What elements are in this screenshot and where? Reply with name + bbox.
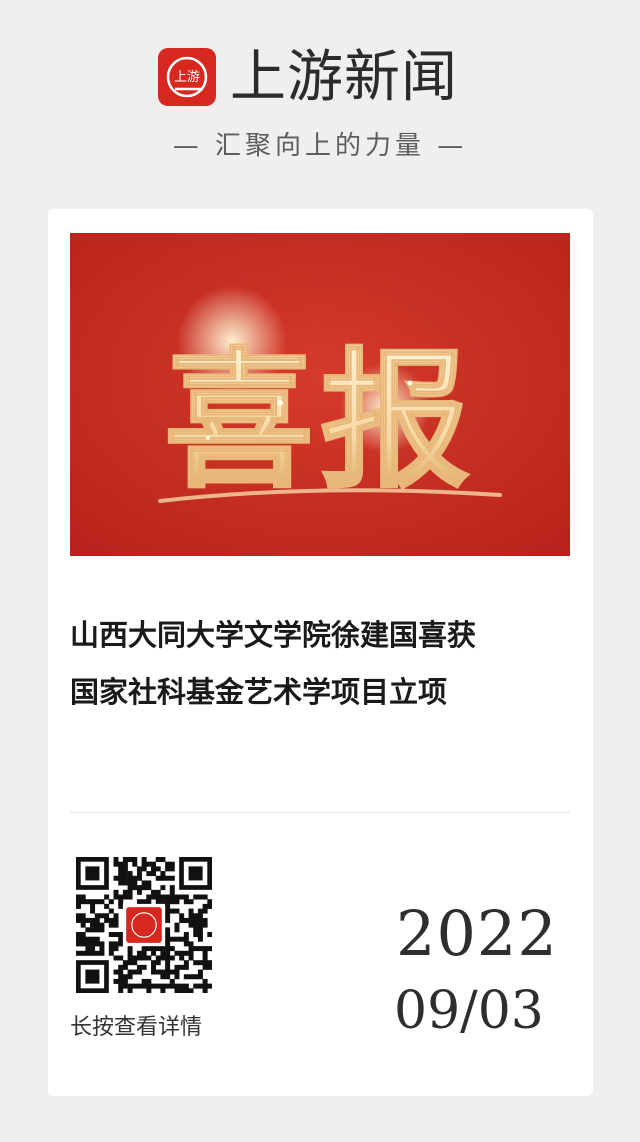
news-share-card[interactable]: 喜报 山西大同大学文学院徐建国喜获 国家社科基金艺术学项目立项 长按查看详情 2…	[48, 209, 593, 1096]
headline-line: 国家社科基金艺术学项目立项	[70, 675, 448, 709]
divider	[70, 812, 570, 813]
qr-code-icon[interactable]	[76, 857, 212, 993]
celebration-banner-image: 喜报	[70, 233, 570, 556]
brand-name: 上游新闻	[230, 45, 458, 110]
sparkle	[206, 436, 210, 440]
banner-title: 喜报	[164, 333, 476, 509]
date-year: 2022	[396, 897, 558, 970]
brand-slogan: — 汇聚向上的力量 —	[172, 131, 468, 161]
brand-header: 上游 上游新闻	[0, 38, 640, 118]
date-month-day: 09/03	[394, 981, 544, 1041]
headline-line: 山西大同大学文学院徐建国喜获	[70, 618, 477, 652]
qr-caption: 长按查看详情	[70, 1015, 203, 1040]
news-headline[interactable]: 山西大同大学文学院徐建国喜获 国家社科基金艺术学项目立项	[70, 607, 575, 721]
logo-text: 上游	[174, 70, 200, 85]
sparkle	[407, 380, 413, 386]
sparkle	[277, 400, 283, 406]
brand-logo-icon: 上游	[158, 48, 216, 106]
